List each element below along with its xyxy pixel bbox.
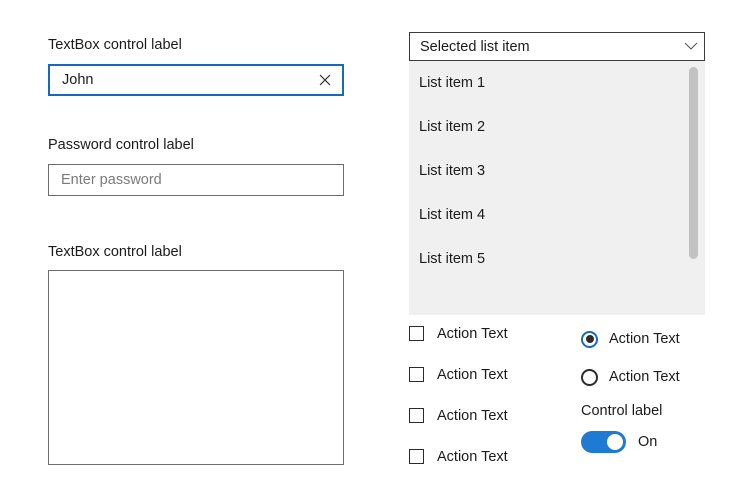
textbox-label: TextBox control label — [48, 37, 182, 53]
radio-label: Action Text — [609, 369, 680, 385]
radio-circle[interactable] — [581, 368, 598, 386]
toggle-knob — [607, 434, 623, 450]
checkbox-box[interactable] — [409, 326, 424, 341]
list-item[interactable]: List item 2 — [409, 105, 705, 149]
multiline-textbox-field[interactable] — [48, 270, 344, 465]
listbox-scrollbar-thumb[interactable] — [689, 67, 698, 259]
checkbox-row[interactable]: Action Text — [409, 436, 508, 477]
textbox-value: John — [62, 72, 94, 88]
checkbox-row[interactable]: Action Text — [409, 395, 508, 436]
checkbox-row[interactable]: Action Text — [409, 313, 508, 354]
checkbox-row[interactable]: Action Text — [409, 354, 508, 395]
checkbox-label: Action Text — [437, 448, 508, 465]
toggle-state-label: On — [638, 434, 658, 450]
radio-row-selected[interactable]: Action Text — [581, 320, 680, 358]
radio-circle[interactable] — [581, 330, 598, 348]
checkbox-box[interactable] — [409, 367, 424, 382]
textbox-input-field[interactable]: John — [48, 64, 344, 96]
close-icon[interactable] — [312, 67, 338, 93]
combobox-selected-value: Selected list item — [420, 38, 530, 55]
chevron-down-icon[interactable] — [678, 42, 704, 51]
list-item[interactable]: List item 1 — [409, 61, 705, 105]
toggle-block: Control label On — [581, 403, 662, 453]
password-input-field[interactable]: Enter password — [48, 164, 344, 196]
checkbox-group: Action Text Action Text Action Text Acti… — [409, 313, 508, 477]
control-gallery-canvas: TextBox control label John Password cont… — [0, 0, 750, 500]
list-item[interactable]: List item 3 — [409, 149, 705, 193]
password-label: Password control label — [48, 137, 194, 153]
radio-row[interactable]: Action Text — [581, 358, 680, 396]
radio-label: Action Text — [609, 331, 680, 347]
combobox-header[interactable]: Selected list item — [409, 32, 705, 61]
multiline-textbox-label: TextBox control label — [48, 244, 182, 260]
dropdown-listbox[interactable]: List item 1 List item 2 List item 3 List… — [409, 61, 705, 315]
list-item[interactable]: List item 5 — [409, 237, 705, 281]
checkbox-label: Action Text — [437, 407, 508, 424]
list-item[interactable]: List item 4 — [409, 193, 705, 237]
checkbox-label: Action Text — [437, 325, 508, 342]
checkbox-box[interactable] — [409, 408, 424, 423]
toggle-control-label: Control label — [581, 403, 663, 419]
radio-group: Action Text Action Text — [581, 320, 680, 396]
checkbox-label: Action Text — [437, 366, 508, 383]
password-placeholder: Enter password — [61, 172, 162, 188]
toggle-row: On — [581, 431, 662, 453]
checkbox-box[interactable] — [409, 449, 424, 464]
toggle-switch[interactable] — [581, 431, 626, 453]
